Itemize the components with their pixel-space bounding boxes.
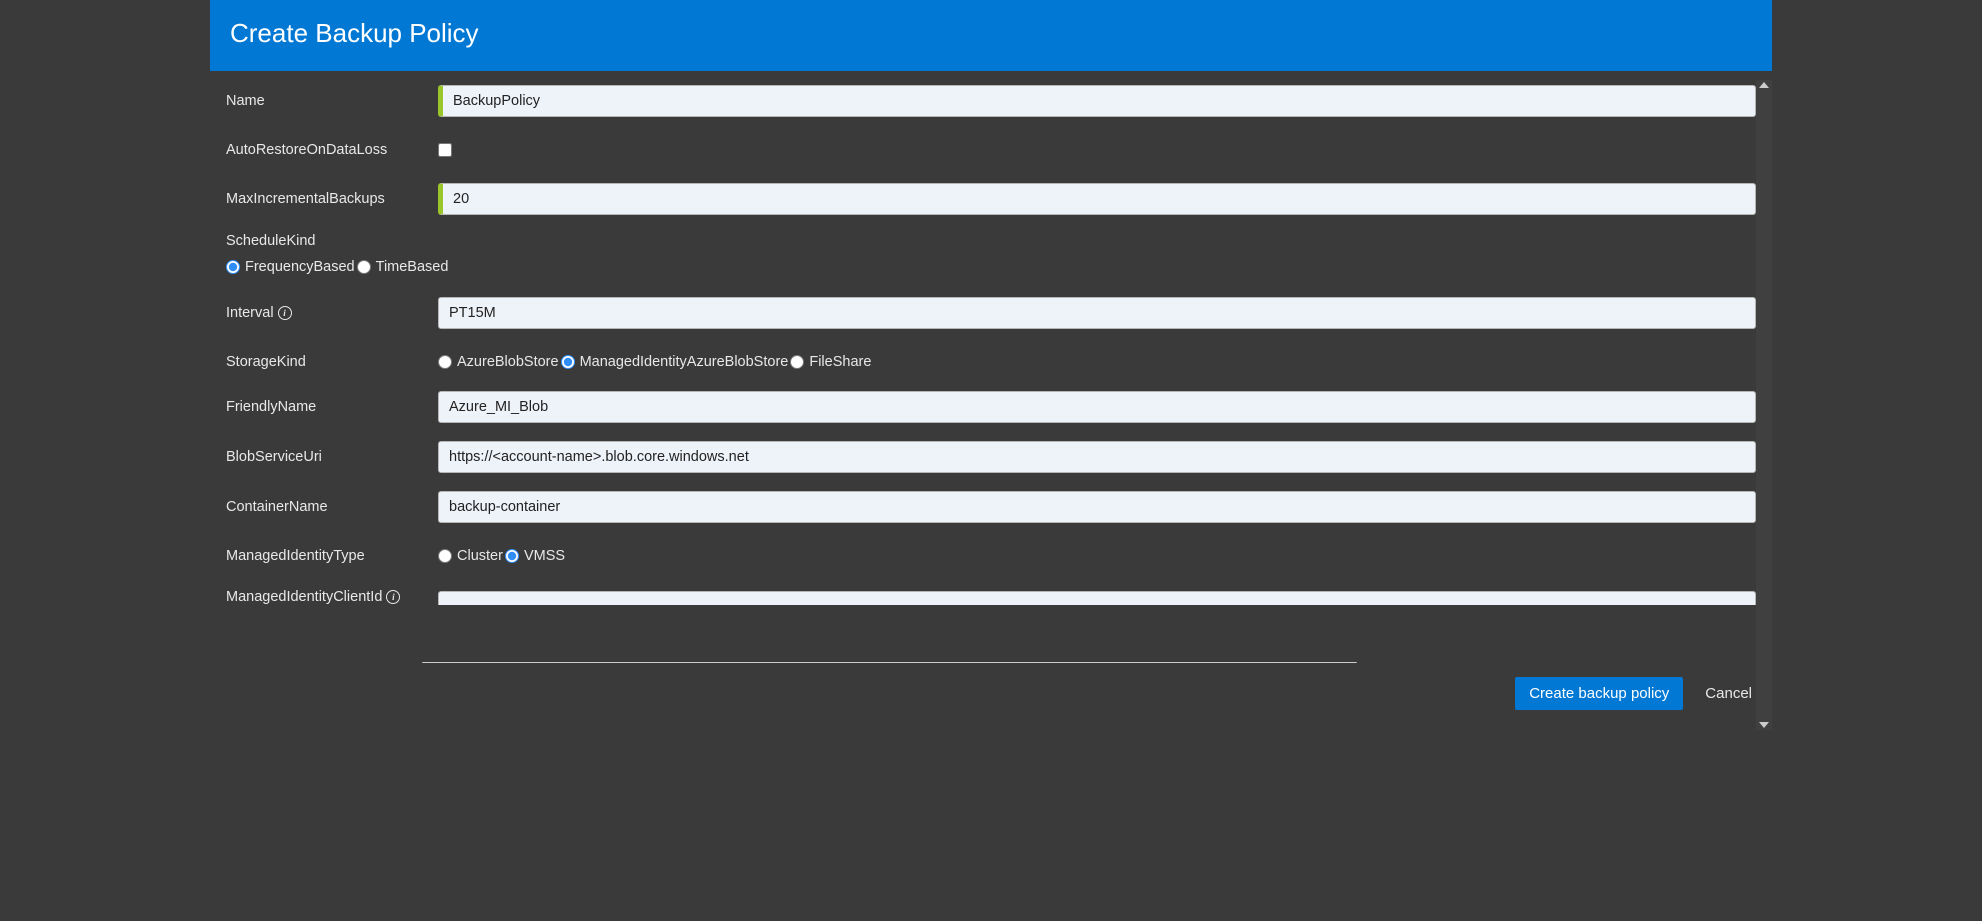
radio-frequency-based[interactable] bbox=[226, 260, 240, 274]
label-interval: Interval i bbox=[226, 305, 438, 321]
info-icon[interactable]: i bbox=[386, 590, 400, 604]
name-input[interactable] bbox=[438, 85, 1756, 117]
radio-fileshare-label: FileShare bbox=[809, 354, 871, 370]
label-managed-identity-type: ManagedIdentityType bbox=[226, 548, 438, 564]
radio-fileshare-wrap[interactable]: FileShare bbox=[790, 354, 871, 370]
row-auto-restore: AutoRestoreOnDataLoss bbox=[226, 135, 1756, 165]
create-backup-policy-modal: Create Backup Policy Name AutoRestoreOnD… bbox=[210, 0, 1772, 730]
modal-body: Name AutoRestoreOnDataLoss MaxIncrementa… bbox=[210, 71, 1772, 663]
label-schedule-kind: ScheduleKind bbox=[226, 233, 1756, 249]
radio-azure-blob-wrap[interactable]: AzureBlobStore bbox=[438, 354, 559, 370]
container-name-input[interactable] bbox=[438, 491, 1756, 523]
radio-mi-azure-blob[interactable] bbox=[561, 355, 575, 369]
radio-time-based[interactable] bbox=[357, 260, 371, 274]
info-icon[interactable]: i bbox=[278, 306, 292, 320]
radio-time-based-label: TimeBased bbox=[376, 259, 449, 275]
row-name: Name bbox=[226, 85, 1756, 117]
friendly-name-input[interactable] bbox=[438, 391, 1756, 423]
radio-cluster[interactable] bbox=[438, 549, 452, 563]
radio-cluster-label: Cluster bbox=[457, 548, 503, 564]
label-friendly-name: FriendlyName bbox=[226, 399, 438, 415]
row-blob-service-uri: BlobServiceUri bbox=[226, 441, 1756, 473]
interval-input[interactable] bbox=[438, 297, 1756, 329]
row-managed-identity-type: ManagedIdentityType Cluster VMSS bbox=[226, 541, 1756, 571]
managed-identity-client-id-input[interactable] bbox=[438, 591, 1756, 605]
label-auto-restore: AutoRestoreOnDataLoss bbox=[226, 142, 438, 158]
managed-identity-type-radios: Cluster VMSS bbox=[438, 548, 565, 564]
modal-title: Create Backup Policy bbox=[210, 0, 1772, 71]
radio-frequency-based-label: FrequencyBased bbox=[245, 259, 355, 275]
label-managed-identity-client-id: ManagedIdentityClientId i bbox=[226, 589, 438, 605]
row-max-incremental: MaxIncrementalBackups bbox=[226, 183, 1756, 215]
max-incremental-input[interactable] bbox=[438, 183, 1756, 215]
scroll-up-icon[interactable] bbox=[1759, 82, 1769, 88]
vertical-scrollbar[interactable] bbox=[1756, 80, 1772, 730]
radio-azure-blob-label: AzureBlobStore bbox=[457, 354, 559, 370]
scroll-down-icon[interactable] bbox=[1759, 722, 1769, 728]
blob-service-uri-input[interactable] bbox=[438, 441, 1756, 473]
radio-frequency-based-wrap[interactable]: FrequencyBased bbox=[226, 259, 355, 275]
radio-mi-azure-blob-label: ManagedIdentityAzureBlobStore bbox=[580, 354, 789, 370]
client-id-tooltip: Client-id of the user-assigned managed i… bbox=[422, 662, 1357, 663]
radio-mi-azure-blob-wrap[interactable]: ManagedIdentityAzureBlobStore bbox=[561, 354, 789, 370]
row-container-name: ContainerName bbox=[226, 491, 1756, 523]
auto-restore-checkbox[interactable] bbox=[438, 143, 452, 157]
label-blob-service-uri: BlobServiceUri bbox=[226, 449, 438, 465]
label-managed-identity-client-id-text: ManagedIdentityClientId bbox=[226, 589, 382, 605]
create-backup-policy-button[interactable]: Create backup policy bbox=[1515, 677, 1683, 710]
modal-footer: Create backup policy Cancel bbox=[210, 663, 1772, 730]
radio-vmss[interactable] bbox=[505, 549, 519, 563]
radio-vmss-label: VMSS bbox=[524, 548, 565, 564]
radio-cluster-wrap[interactable]: Cluster bbox=[438, 548, 503, 564]
cancel-button[interactable]: Cancel bbox=[1705, 685, 1752, 702]
row-managed-identity-client-id: ManagedIdentityClientId i bbox=[226, 589, 1756, 605]
radio-fileshare[interactable] bbox=[790, 355, 804, 369]
radio-vmss-wrap[interactable]: VMSS bbox=[505, 548, 565, 564]
radio-azure-blob[interactable] bbox=[438, 355, 452, 369]
label-container-name: ContainerName bbox=[226, 499, 438, 515]
row-friendly-name: FriendlyName bbox=[226, 391, 1756, 423]
row-storage-kind: StorageKind AzureBlobStore ManagedIdenti… bbox=[226, 347, 1756, 377]
label-max-incremental: MaxIncrementalBackups bbox=[226, 191, 438, 207]
schedule-kind-radios: FrequencyBased TimeBased bbox=[226, 259, 1756, 275]
row-interval: Interval i bbox=[226, 297, 1756, 329]
radio-time-based-wrap[interactable]: TimeBased bbox=[357, 259, 449, 275]
label-storage-kind: StorageKind bbox=[226, 354, 438, 370]
storage-kind-radios: AzureBlobStore ManagedIdentityAzureBlobS… bbox=[438, 354, 871, 370]
label-name: Name bbox=[226, 93, 438, 109]
label-interval-text: Interval bbox=[226, 305, 274, 321]
